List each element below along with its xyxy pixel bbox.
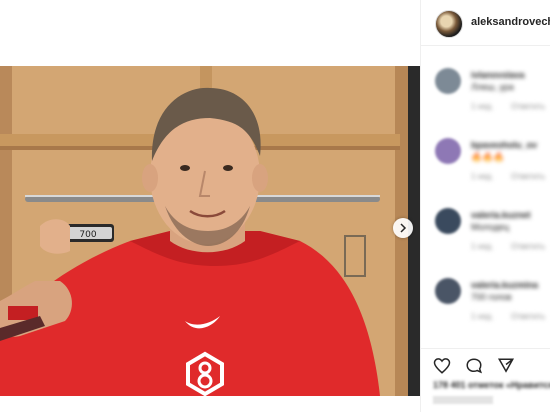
- comment-icon[interactable]: [465, 357, 483, 375]
- comment-item: ivlanovslava Ллеш, ура 1 нед. Ответить: [421, 68, 550, 132]
- comment-time: 1 нед.: [471, 172, 494, 181]
- comment-time: 1 нед.: [471, 242, 494, 251]
- comment-username[interactable]: ivlanovslava: [471, 70, 525, 80]
- post-photo[interactable]: 700: [0, 66, 420, 396]
- left-eye: [180, 165, 190, 171]
- left-ear: [142, 164, 158, 192]
- comment-item: bpaveoholu_ov 🔥🔥🔥 1 нед. Ответить: [421, 138, 550, 202]
- likes-count[interactable]: 178 401 отметок «Нравится»: [433, 380, 550, 390]
- comment-time: 1 нед.: [471, 102, 494, 111]
- reply-button[interactable]: Ответить: [511, 242, 545, 251]
- reply-button[interactable]: Ответить: [511, 102, 545, 111]
- sleeve-band: [8, 306, 38, 320]
- comment-username[interactable]: valeria.kuznet: [471, 210, 531, 220]
- top-strip: [0, 0, 420, 66]
- comment-avatar[interactable]: [435, 278, 461, 304]
- reply-button[interactable]: Ответить: [511, 172, 545, 181]
- comment-avatar[interactable]: [435, 68, 461, 94]
- post-sidebar: aleksandrovechl ivlanovslava Ллеш, ура 1…: [420, 0, 550, 412]
- comment-username[interactable]: bpaveoholu_ov: [471, 140, 537, 150]
- action-bar: [421, 348, 550, 379]
- heart-icon[interactable]: [433, 357, 451, 375]
- comment-item: valeria.kuzmina 700 голов 1 нед. Ответит…: [421, 278, 550, 342]
- photo-svg: 700: [0, 66, 420, 396]
- comment-username[interactable]: valeria.kuzmina: [471, 280, 538, 290]
- share-icon[interactable]: [497, 357, 515, 375]
- avatar[interactable]: [435, 10, 463, 38]
- puck-label: 700: [79, 230, 96, 240]
- bottom-strip: [0, 396, 420, 412]
- reply-button[interactable]: Ответить: [511, 312, 545, 321]
- comment-avatar[interactable]: [435, 208, 461, 234]
- chevron-right-icon: [400, 223, 407, 233]
- comment-text: Молодец: [471, 222, 509, 232]
- post-header: aleksandrovechl: [421, 0, 550, 46]
- post-date: [433, 396, 493, 404]
- comment-text: 🔥🔥🔥: [471, 152, 505, 162]
- username-link[interactable]: aleksandrovechl: [471, 16, 550, 28]
- next-photo-button[interactable]: [393, 218, 413, 238]
- right-ear: [252, 164, 268, 192]
- comment-item: valeria.kuznet Молодец 1 нед. Ответить: [421, 208, 550, 272]
- comment-avatar[interactable]: [435, 138, 461, 164]
- comment-time: 1 нед.: [471, 312, 494, 321]
- comment-text: Ллеш, ура: [471, 82, 514, 92]
- comment-text: 700 голов: [471, 292, 512, 302]
- right-eye: [223, 165, 233, 171]
- fingers: [40, 219, 70, 254]
